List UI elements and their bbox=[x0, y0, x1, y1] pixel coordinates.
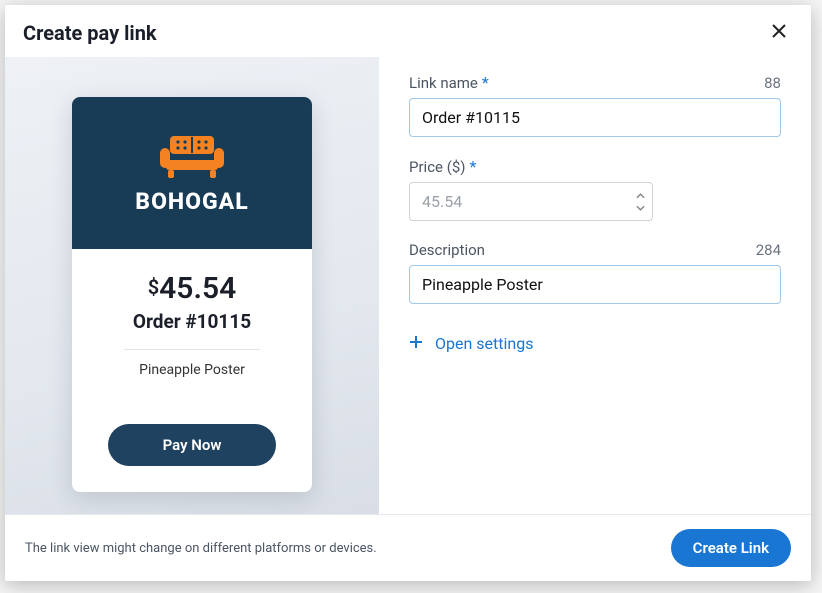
close-button[interactable] bbox=[767, 19, 791, 47]
description-counter: 284 bbox=[756, 241, 781, 259]
link-name-label: Link name* bbox=[409, 73, 489, 92]
couch-icon bbox=[148, 132, 236, 178]
preview-card-header: BOHOGAL bbox=[72, 97, 312, 249]
description-label: Description bbox=[409, 241, 485, 259]
plus-icon bbox=[409, 334, 423, 353]
preview-pane: BOHOGAL $45.54 Order #10115 Pineapple Po… bbox=[5, 57, 379, 514]
preview-price: $45.54 bbox=[90, 271, 294, 306]
create-link-button[interactable]: Create Link bbox=[671, 529, 791, 567]
price-field: Price ($)* bbox=[409, 157, 781, 221]
footer-note: The link view might change on different … bbox=[25, 541, 377, 556]
modal-title: Create pay link bbox=[23, 21, 157, 45]
preview-card: BOHOGAL $45.54 Order #10115 Pineapple Po… bbox=[72, 97, 312, 492]
preview-card-body: $45.54 Order #10115 Pineapple Poster Pay… bbox=[72, 249, 312, 492]
create-pay-link-modal: Create pay link bbox=[5, 5, 811, 581]
close-icon bbox=[771, 28, 787, 43]
number-spinner bbox=[636, 182, 645, 221]
chevron-down-icon bbox=[636, 200, 645, 215]
preview-description: Pineapple Poster bbox=[90, 362, 294, 378]
open-settings-label: Open settings bbox=[435, 334, 533, 353]
link-name-input[interactable] bbox=[409, 98, 781, 137]
modal-body: BOHOGAL $45.54 Order #10115 Pineapple Po… bbox=[5, 57, 811, 514]
price-label: Price ($)* bbox=[409, 157, 476, 176]
preview-price-value: 45.54 bbox=[159, 271, 236, 306]
modal-header: Create pay link bbox=[5, 5, 811, 57]
description-input[interactable] bbox=[409, 265, 781, 304]
description-field: Description 284 bbox=[409, 241, 781, 304]
link-name-field: Link name* 88 bbox=[409, 73, 781, 137]
preview-order-label: Order #10115 bbox=[90, 310, 294, 333]
pay-now-button[interactable]: Pay Now bbox=[108, 424, 276, 466]
preview-currency: $ bbox=[148, 275, 159, 299]
required-indicator: * bbox=[482, 73, 489, 92]
preview-brand: BOHOGAL bbox=[135, 188, 248, 215]
form-pane: Link name* 88 Price ($)* bbox=[379, 57, 811, 514]
price-input[interactable] bbox=[409, 182, 653, 221]
link-name-counter: 88 bbox=[764, 74, 781, 92]
required-indicator: * bbox=[470, 157, 477, 176]
modal-footer: The link view might change on different … bbox=[5, 514, 811, 581]
price-step-down[interactable] bbox=[636, 202, 645, 214]
divider bbox=[124, 349, 260, 350]
open-settings-button[interactable]: Open settings bbox=[409, 334, 533, 353]
